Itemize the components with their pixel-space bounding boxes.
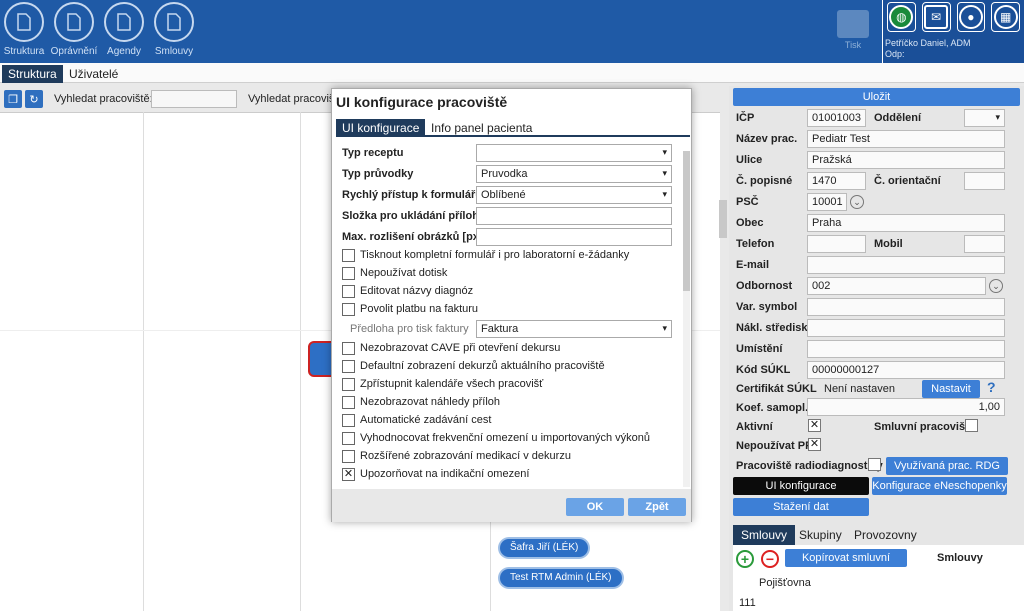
slozka-label: Složka pro ukládání příloh [342,210,479,222]
ui-konfigurace-dialog: UI konfigurace pracoviště UI konfigurace… [331,88,692,522]
checkbox-label: Rozšířené zobrazování medikací v dekurzu [360,450,571,462]
checkbox-label: Upozorňovat na indikační omezení [360,468,530,480]
checkbox[interactable] [342,414,355,427]
scrollbar-thumb[interactable] [683,151,690,291]
typ-pruvodky-label: Typ průvodky [342,168,414,180]
typ-pruvodky-select[interactable]: Pruvodka [476,165,672,183]
checkbox[interactable] [342,342,355,355]
checkbox[interactable] [342,267,355,280]
checkbox[interactable] [342,378,355,391]
checkbox-label: Vyhodnocovat frekvenční omezení u import… [360,432,651,444]
checkbox-label: Editovat názvy diagnóz [360,285,474,297]
checkbox[interactable] [342,432,355,445]
predloha-label: Předloha pro tisk faktury [350,323,469,335]
rychly-pristup-label: Rychlý přístup k formulářům [342,189,492,201]
back-button[interactable]: Zpět [628,498,686,516]
dialog-title: UI konfigurace pracoviště [336,94,508,110]
dialog-scrollbar[interactable] [683,151,690,487]
typ-receptu-label: Typ receptu [342,147,404,159]
checkbox-label: Nezobrazovat CAVE při otevření dekursu [360,342,561,354]
checkbox-label: Tisknout kompletní formulář i pro labora… [360,249,630,261]
checkbox-label: Automatické zadávání cest [360,414,492,426]
ok-button[interactable]: OK [566,498,624,516]
tab-ui-konfigurace[interactable]: UI konfigurace [336,119,426,137]
slozka-input[interactable] [476,207,672,225]
checkbox-label: Nepoužívat dotisk [360,267,448,279]
checkbox-label: Nezobrazovat náhledy příloh [360,396,501,408]
checkbox[interactable] [342,396,355,409]
checkbox[interactable] [342,285,355,298]
checkbox-label: Povolit platbu na fakturu [360,303,479,315]
dialog-tabs: UI konfigurace Info panel pacienta [336,119,690,137]
typ-receptu-select[interactable] [476,144,672,162]
checkbox-label: Zpřístupnit kalendáře všech pracovišť [360,378,544,390]
max-rozliseni-input[interactable] [476,228,672,246]
tab-info-panel-pacienta[interactable]: Info panel pacienta [425,119,538,137]
max-rozliseni-label: Max. rozlišení obrázků [px] [342,231,483,243]
checkbox[interactable]: ✕ [342,468,355,481]
dialog-body: Typ receptu Typ průvodky Pruvodka Rychlý… [336,141,690,487]
checkbox-label: Defaultní zobrazení dekurzů aktuálního p… [360,360,605,372]
predloha-select[interactable]: Faktura [476,320,672,338]
checkbox[interactable] [342,303,355,316]
checkbox[interactable] [342,360,355,373]
rychly-pristup-select[interactable]: Oblíbené [476,186,672,204]
checkbox[interactable] [342,450,355,463]
checkbox[interactable] [342,249,355,262]
dialog-footer: OK Zpět [332,489,691,522]
